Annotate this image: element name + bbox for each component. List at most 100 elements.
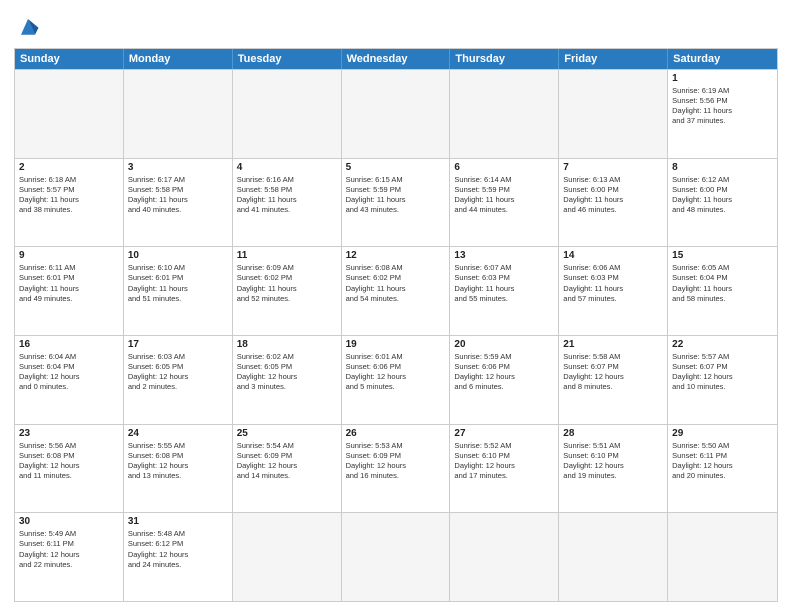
day-number: 12: [346, 250, 446, 261]
cell-detail: Sunrise: 5:51 AM Sunset: 6:10 PM Dayligh…: [563, 441, 663, 482]
calendar-cell: 31 Sunrise: 5:48 AM Sunset: 6:12 PM Dayli…: [124, 513, 233, 601]
day-number: 29: [672, 428, 773, 439]
day-number: 2: [19, 162, 119, 173]
day-number: 28: [563, 428, 663, 439]
calendar-cell: 30 Sunrise: 5:49 AM Sunset: 6:11 PM Dayli…: [15, 513, 124, 601]
calendar-cell: 1 Sunrise: 6:19 AM Sunset: 5:56 PM Daylig…: [668, 70, 777, 158]
cell-detail: Sunrise: 5:59 AM Sunset: 6:06 PM Dayligh…: [454, 352, 554, 393]
calendar-cell: 17 Sunrise: 6:03 AM Sunset: 6:05 PM Dayli…: [124, 336, 233, 424]
calendar-cell: 25 Sunrise: 5:54 AM Sunset: 6:09 PM Dayli…: [233, 425, 342, 513]
day-number: 21: [563, 339, 663, 350]
calendar-cell: [15, 70, 124, 158]
calendar-cell: 9Sunrise: 6:11 AM Sunset: 6:01 PM Daylig…: [15, 247, 124, 335]
weekday-header: Saturday: [668, 49, 777, 69]
calendar-body: 1 Sunrise: 6:19 AM Sunset: 5:56 PM Daylig…: [15, 69, 777, 601]
calendar-cell: 29 Sunrise: 5:50 AM Sunset: 6:11 PM Dayli…: [668, 425, 777, 513]
calendar-cell: 2 Sunrise: 6:18 AM Sunset: 5:57 PM Daylig…: [15, 159, 124, 247]
calendar-cell: 21Sunrise: 5:58 AM Sunset: 6:07 PM Dayli…: [559, 336, 668, 424]
cell-detail: Sunrise: 6:08 AM Sunset: 6:02 PM Dayligh…: [346, 263, 446, 304]
cell-detail: Sunrise: 6:17 AM Sunset: 5:58 PM Dayligh…: [128, 175, 228, 216]
cell-detail: Sunrise: 5:57 AM Sunset: 6:07 PM Dayligh…: [672, 352, 773, 393]
day-number: 17: [128, 339, 228, 350]
calendar-cell: 13 Sunrise: 6:07 AM Sunset: 6:03 PM Dayli…: [450, 247, 559, 335]
page: SundayMondayTuesdayWednesdayThursdayFrid…: [0, 0, 792, 612]
calendar-cell: [233, 513, 342, 601]
calendar-cell: [124, 70, 233, 158]
day-number: 11: [237, 250, 337, 261]
day-number: 30: [19, 516, 119, 527]
calendar-cell: 7Sunrise: 6:13 AM Sunset: 6:00 PM Daylig…: [559, 159, 668, 247]
weekday-header: Wednesday: [342, 49, 451, 69]
calendar-cell: [342, 70, 451, 158]
day-number: 3: [128, 162, 228, 173]
calendar-cell: 16 Sunrise: 6:04 AM Sunset: 6:04 PM Dayli…: [15, 336, 124, 424]
cell-detail: Sunrise: 5:50 AM Sunset: 6:11 PM Dayligh…: [672, 441, 773, 482]
calendar-cell: 20 Sunrise: 5:59 AM Sunset: 6:06 PM Dayli…: [450, 336, 559, 424]
day-number: 1: [672, 73, 773, 84]
calendar-cell: [450, 513, 559, 601]
calendar-cell: 27Sunrise: 5:52 AM Sunset: 6:10 PM Dayli…: [450, 425, 559, 513]
cell-detail: Sunrise: 6:15 AM Sunset: 5:59 PM Dayligh…: [346, 175, 446, 216]
day-number: 10: [128, 250, 228, 261]
calendar-cell: 15 Sunrise: 6:05 AM Sunset: 6:04 PM Dayli…: [668, 247, 777, 335]
calendar-cell: 28 Sunrise: 5:51 AM Sunset: 6:10 PM Dayli…: [559, 425, 668, 513]
day-number: 15: [672, 250, 773, 261]
day-number: 5: [346, 162, 446, 173]
calendar-row: 16 Sunrise: 6:04 AM Sunset: 6:04 PM Dayli…: [15, 335, 777, 424]
cell-detail: Sunrise: 5:55 AM Sunset: 6:08 PM Dayligh…: [128, 441, 228, 482]
calendar-cell: 10 Sunrise: 6:10 AM Sunset: 6:01 PM Dayli…: [124, 247, 233, 335]
logo-icon: [14, 12, 42, 40]
weekday-header: Sunday: [15, 49, 124, 69]
weekday-header: Friday: [559, 49, 668, 69]
calendar-cell: 26 Sunrise: 5:53 AM Sunset: 6:09 PM Dayli…: [342, 425, 451, 513]
day-number: 14: [563, 250, 663, 261]
calendar-cell: 11 Sunrise: 6:09 AM Sunset: 6:02 PM Dayli…: [233, 247, 342, 335]
day-number: 16: [19, 339, 119, 350]
cell-detail: Sunrise: 6:01 AM Sunset: 6:06 PM Dayligh…: [346, 352, 446, 393]
day-number: 31: [128, 516, 228, 527]
cell-detail: Sunrise: 6:11 AM Sunset: 6:01 PM Dayligh…: [19, 263, 119, 304]
cell-detail: Sunrise: 5:49 AM Sunset: 6:11 PM Dayligh…: [19, 529, 119, 570]
cell-detail: Sunrise: 5:54 AM Sunset: 6:09 PM Dayligh…: [237, 441, 337, 482]
calendar-cell: 24Sunrise: 5:55 AM Sunset: 6:08 PM Dayli…: [124, 425, 233, 513]
calendar-cell: 6Sunrise: 6:14 AM Sunset: 5:59 PM Daylig…: [450, 159, 559, 247]
day-number: 26: [346, 428, 446, 439]
calendar-cell: 8 Sunrise: 6:12 AM Sunset: 6:00 PM Daylig…: [668, 159, 777, 247]
cell-detail: Sunrise: 6:12 AM Sunset: 6:00 PM Dayligh…: [672, 175, 773, 216]
calendar-row: 1 Sunrise: 6:19 AM Sunset: 5:56 PM Daylig…: [15, 69, 777, 158]
cell-detail: Sunrise: 6:13 AM Sunset: 6:00 PM Dayligh…: [563, 175, 663, 216]
calendar: SundayMondayTuesdayWednesdayThursdayFrid…: [14, 48, 778, 602]
day-number: 18: [237, 339, 337, 350]
calendar-row: 2 Sunrise: 6:18 AM Sunset: 5:57 PM Daylig…: [15, 158, 777, 247]
day-number: 4: [237, 162, 337, 173]
cell-detail: Sunrise: 6:19 AM Sunset: 5:56 PM Dayligh…: [672, 86, 773, 127]
cell-detail: Sunrise: 6:03 AM Sunset: 6:05 PM Dayligh…: [128, 352, 228, 393]
day-number: 27: [454, 428, 554, 439]
cell-detail: Sunrise: 6:09 AM Sunset: 6:02 PM Dayligh…: [237, 263, 337, 304]
calendar-cell: 22 Sunrise: 5:57 AM Sunset: 6:07 PM Dayli…: [668, 336, 777, 424]
cell-detail: Sunrise: 6:05 AM Sunset: 6:04 PM Dayligh…: [672, 263, 773, 304]
cell-detail: Sunrise: 6:07 AM Sunset: 6:03 PM Dayligh…: [454, 263, 554, 304]
cell-detail: Sunrise: 6:04 AM Sunset: 6:04 PM Dayligh…: [19, 352, 119, 393]
calendar-cell: 5 Sunrise: 6:15 AM Sunset: 5:59 PM Daylig…: [342, 159, 451, 247]
calendar-header: SundayMondayTuesdayWednesdayThursdayFrid…: [15, 49, 777, 69]
calendar-cell: 14Sunrise: 6:06 AM Sunset: 6:03 PM Dayli…: [559, 247, 668, 335]
weekday-header: Monday: [124, 49, 233, 69]
day-number: 13: [454, 250, 554, 261]
day-number: 19: [346, 339, 446, 350]
cell-detail: Sunrise: 5:48 AM Sunset: 6:12 PM Dayligh…: [128, 529, 228, 570]
day-number: 22: [672, 339, 773, 350]
calendar-cell: 19 Sunrise: 6:01 AM Sunset: 6:06 PM Dayli…: [342, 336, 451, 424]
calendar-cell: 18Sunrise: 6:02 AM Sunset: 6:05 PM Dayli…: [233, 336, 342, 424]
cell-detail: Sunrise: 5:53 AM Sunset: 6:09 PM Dayligh…: [346, 441, 446, 482]
cell-detail: Sunrise: 6:18 AM Sunset: 5:57 PM Dayligh…: [19, 175, 119, 216]
header: [14, 12, 778, 40]
day-number: 20: [454, 339, 554, 350]
calendar-cell: [450, 70, 559, 158]
day-number: 25: [237, 428, 337, 439]
calendar-cell: 3 Sunrise: 6:17 AM Sunset: 5:58 PM Daylig…: [124, 159, 233, 247]
day-number: 8: [672, 162, 773, 173]
day-number: 23: [19, 428, 119, 439]
calendar-cell: [559, 513, 668, 601]
cell-detail: Sunrise: 6:10 AM Sunset: 6:01 PM Dayligh…: [128, 263, 228, 304]
